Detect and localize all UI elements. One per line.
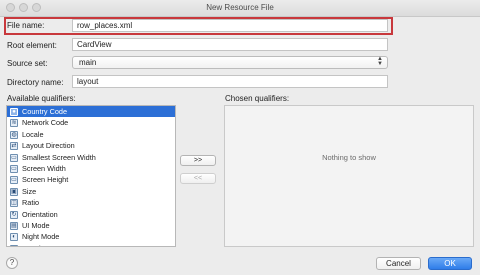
root-element-label: Root element: xyxy=(7,41,57,50)
qualifier-item[interactable]: ↻ Orientation xyxy=(7,209,175,220)
qualifier-item[interactable]: ▤ UI Mode xyxy=(7,220,175,231)
remove-qualifier-button[interactable]: << xyxy=(180,173,216,184)
qualifier-item[interactable]: ≋ Network Code xyxy=(7,117,175,128)
screen-icon: ▭ xyxy=(10,164,18,173)
title-bar: New Resource File xyxy=(0,0,480,17)
orientation-icon: ↻ xyxy=(10,210,18,219)
qualifier-item[interactable]: ▭ Screen Height xyxy=(7,174,175,185)
ratio-icon: ◫ xyxy=(10,199,18,208)
empty-state-text: Nothing to show xyxy=(322,153,376,162)
chosen-qualifiers-label: Chosen qualifiers: xyxy=(225,94,290,103)
qualifier-item[interactable]: ◐ Night Mode xyxy=(7,231,175,242)
qualifier-label: Ratio xyxy=(22,198,40,208)
globe-icon: ● xyxy=(10,108,18,116)
source-set-select[interactable]: main ▲ ▼ xyxy=(72,56,388,69)
ui-mode-icon: ▤ xyxy=(10,221,18,230)
qualifier-item[interactable]: ● Country Code xyxy=(7,106,175,118)
help-button[interactable]: ? xyxy=(6,257,18,269)
qualifier-label: Layout Direction xyxy=(22,141,75,151)
qualifier-label: Locale xyxy=(22,129,44,139)
chevron-updown-icon: ▲ ▼ xyxy=(377,56,383,67)
qualifier-label: UI Mode xyxy=(22,220,50,230)
chosen-qualifiers-list: Nothing to show xyxy=(224,105,474,247)
qualifier-label: Network Code xyxy=(22,118,69,128)
screen-icon: ▭ xyxy=(10,153,18,162)
qualifier-label: Country Code xyxy=(22,107,68,116)
layout-direction-icon: ⇄ xyxy=(10,142,18,151)
qualifier-item[interactable]: ▭ Screen Width xyxy=(7,163,175,174)
available-qualifiers-list[interactable]: ● Country Code ≋ Network Code ◍ Locale ⇄ Layout… xyxy=(6,105,176,247)
file-name-field[interactable]: row_places.xml xyxy=(72,19,388,32)
directory-name-field[interactable]: layout xyxy=(72,75,388,88)
qualifier-item[interactable]: ◍ Locale xyxy=(7,129,175,140)
night-mode-icon: ◐ xyxy=(10,233,18,242)
directory-name-label: Directory name: xyxy=(7,78,64,87)
qualifier-item[interactable]: ▭ Smallest Screen Width xyxy=(7,152,175,163)
screen-icon: ▭ xyxy=(10,176,18,185)
qualifier-label: Screen Width xyxy=(22,163,66,173)
cancel-button[interactable]: Cancel xyxy=(376,257,421,270)
file-name-label: File name: xyxy=(7,21,45,30)
qualifier-label: Screen Height xyxy=(22,175,69,185)
source-set-value: main xyxy=(79,58,97,67)
add-qualifier-button[interactable]: >> xyxy=(180,155,216,166)
qualifier-label: Night Mode xyxy=(22,232,60,242)
root-element-field[interactable]: CardView xyxy=(72,38,388,51)
density-icon: ▦ xyxy=(10,244,18,246)
available-qualifiers-label: Available qualifiers: xyxy=(7,94,76,103)
qualifier-item[interactable]: ▣ Size xyxy=(7,186,175,197)
qualifier-label: Smallest Screen Width xyxy=(22,152,96,162)
qualifier-label: Density xyxy=(22,244,46,246)
ok-button[interactable]: OK xyxy=(428,257,472,270)
qualifier-item[interactable]: ▦ Density xyxy=(7,243,175,246)
size-icon: ▣ xyxy=(10,187,18,196)
window-title: New Resource File xyxy=(206,3,274,12)
qualifier-item[interactable]: ⇄ Layout Direction xyxy=(7,140,175,151)
network-icon: ≋ xyxy=(10,119,18,128)
qualifier-label: Size xyxy=(22,186,37,196)
qualifier-item[interactable]: ◫ Ratio xyxy=(7,197,175,208)
locale-icon: ◍ xyxy=(10,130,18,139)
source-set-label: Source set: xyxy=(7,59,48,68)
qualifier-label: Orientation xyxy=(22,209,58,219)
